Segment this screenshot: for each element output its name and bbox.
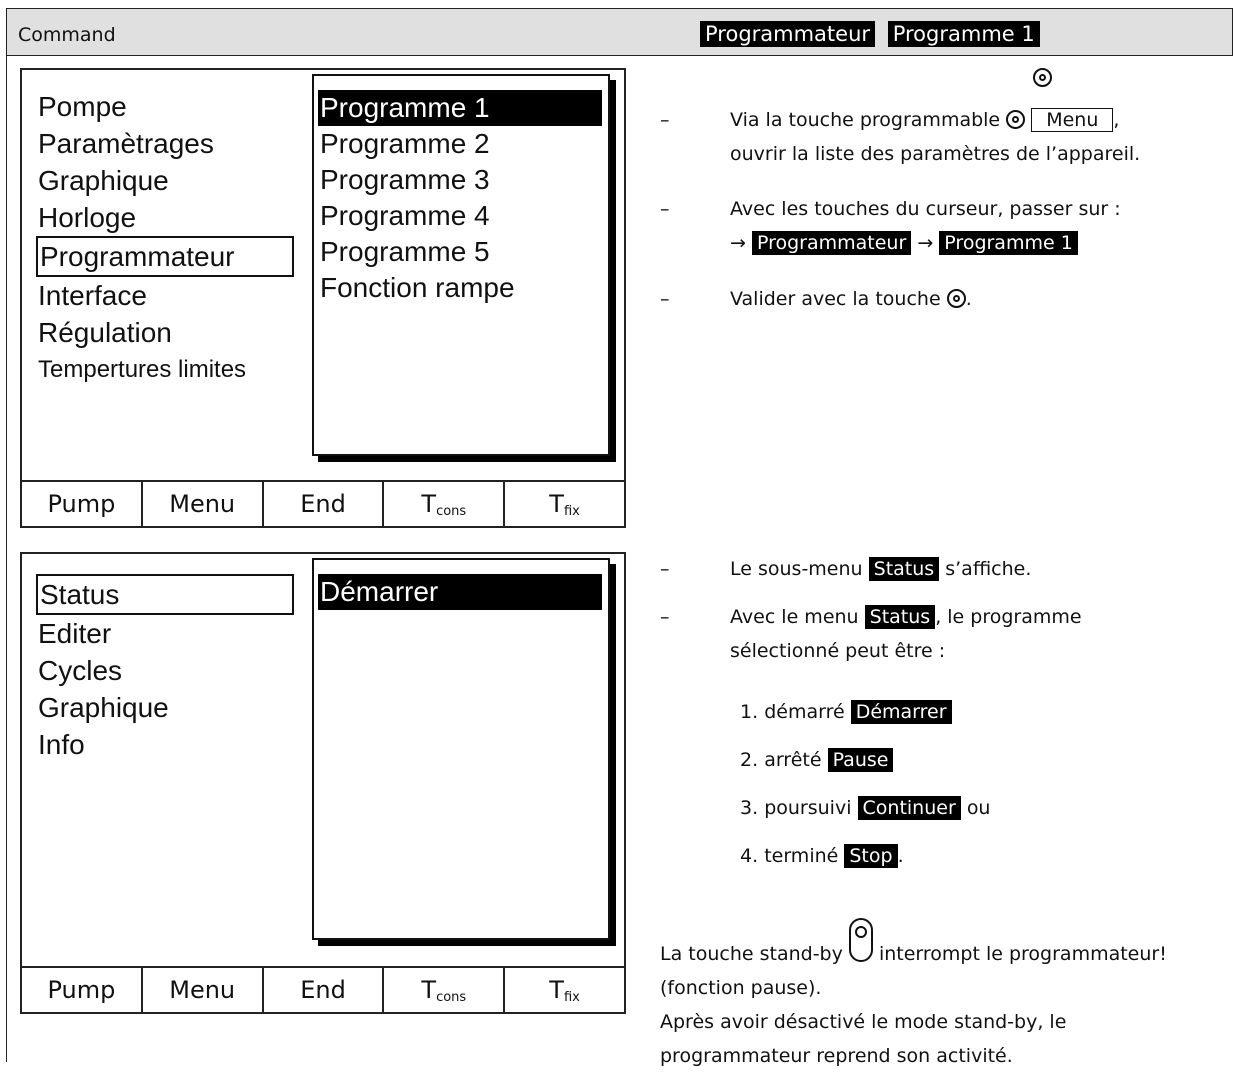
- instruction2-line-1: Le sous-menu Status s’affiche.: [730, 557, 1032, 581]
- status-menu: Status Editer Cycles Graphique Info: [36, 574, 294, 763]
- softkey-bar: Pump Menu End Tcons Tfix: [22, 966, 624, 1012]
- menu-item-info[interactable]: Info: [38, 726, 294, 763]
- softkey-tcons[interactable]: Tcons: [382, 968, 503, 1012]
- instruction-step-2-text: Avec les touches du curseur, passer sur …: [730, 198, 1121, 255]
- menu-item-programmateur[interactable]: Programmateur: [36, 236, 294, 277]
- softkey-pump[interactable]: Pump: [22, 968, 141, 1012]
- knob-icon: [1033, 68, 1052, 87]
- instruction-step-2-dash: –: [660, 198, 670, 220]
- submenu-status: Démarrer: [312, 558, 610, 940]
- submenu-programmes: Programme 1 Programme 2 Programme 3 Prog…: [312, 74, 610, 456]
- submenu-item-programme-4[interactable]: Programme 4: [314, 198, 608, 234]
- softkey-bar: Pump Menu End Tcons Tfix: [22, 480, 624, 526]
- submenu-item-programme-3[interactable]: Programme 3: [314, 162, 608, 198]
- instruction2-line-2: Avec le menu Status, le programme sélect…: [730, 605, 1082, 662]
- standby-note: La touche stand-by interrompt le program…: [660, 918, 1230, 1073]
- menu-item-horloge[interactable]: Horloge: [38, 199, 294, 236]
- header-title: Command: [18, 24, 116, 46]
- submenu-item-programme-5[interactable]: Programme 5: [314, 234, 608, 270]
- menu-item-regulation[interactable]: Régulation: [38, 314, 294, 351]
- softkey-end[interactable]: End: [261, 968, 383, 1012]
- status-option-list: 1. démarré Démarrer 2. arrêté Pause 3. p…: [740, 688, 990, 880]
- display-panel-1: Pompe Paramètrages Graphique Horloge Pro…: [20, 68, 626, 528]
- header-bar: [6, 8, 1233, 56]
- softkey-end[interactable]: End: [261, 482, 383, 526]
- status-option: 2. arrêté Pause: [740, 736, 990, 784]
- header-path-item: Programmateur: [700, 21, 876, 47]
- instruction-step-1-text: Via la touche programmable Menu, ouvrir …: [730, 108, 1141, 165]
- submenu-item-programme-2[interactable]: Programme 2: [314, 126, 608, 162]
- menu-item-cycles[interactable]: Cycles: [38, 652, 294, 689]
- softkey-pump[interactable]: Pump: [22, 482, 141, 526]
- menu-key-label: Menu: [1031, 108, 1114, 132]
- menu-item-temperatures-limites[interactable]: Tempertures limites: [38, 351, 294, 388]
- menu-item-editer[interactable]: Editer: [38, 615, 294, 652]
- instruction2-dash: –: [660, 606, 670, 628]
- menu-item-interface[interactable]: Interface: [38, 277, 294, 314]
- knob-icon: [946, 289, 966, 308]
- submenu-item-demarrer[interactable]: Démarrer: [318, 574, 602, 610]
- softkey-tfix[interactable]: Tfix: [503, 482, 624, 526]
- menu-item-parametrages[interactable]: Paramètrages: [38, 125, 294, 162]
- instruction-step-1: –: [660, 109, 670, 131]
- display-panel-2: Status Editer Cycles Graphique Info Déma…: [20, 552, 626, 1014]
- menu-item-status[interactable]: Status: [36, 574, 294, 615]
- instruction-step-3-text: Valider avec la touche .: [730, 288, 972, 310]
- menu-item-pompe[interactable]: Pompe: [38, 88, 294, 125]
- status-option: 1. démarré Démarrer: [740, 688, 990, 736]
- instruction-step-3-dash: –: [660, 288, 670, 310]
- header-path-item: Programme 1: [887, 21, 1040, 47]
- menu-item-graphique[interactable]: Graphique: [38, 162, 294, 199]
- softkey-menu[interactable]: Menu: [140, 482, 262, 526]
- submenu-item-fonction-rampe[interactable]: Fonction rampe: [314, 270, 608, 306]
- knob-icon: [1006, 110, 1026, 129]
- header-path: Programmateur Programme 1: [700, 21, 1040, 47]
- status-option: 4. terminé Stop.: [740, 844, 904, 868]
- softkey-tcons[interactable]: Tcons: [382, 482, 503, 526]
- left-border: [6, 56, 7, 1062]
- menu-item-graphique[interactable]: Graphique: [38, 689, 294, 726]
- standby-key-icon: [848, 918, 873, 962]
- main-menu: Pompe Paramètrages Graphique Horloge Pro…: [36, 88, 294, 388]
- arrow-right-icon: →: [917, 232, 934, 254]
- status-option: 3. poursuivi Continuer ou: [740, 796, 991, 820]
- softkey-menu[interactable]: Menu: [140, 968, 262, 1012]
- instruction2-dash: –: [660, 558, 670, 580]
- arrow-right-icon: →: [730, 232, 746, 254]
- submenu-item-programme-1[interactable]: Programme 1: [318, 90, 602, 126]
- softkey-tfix[interactable]: Tfix: [503, 968, 624, 1012]
